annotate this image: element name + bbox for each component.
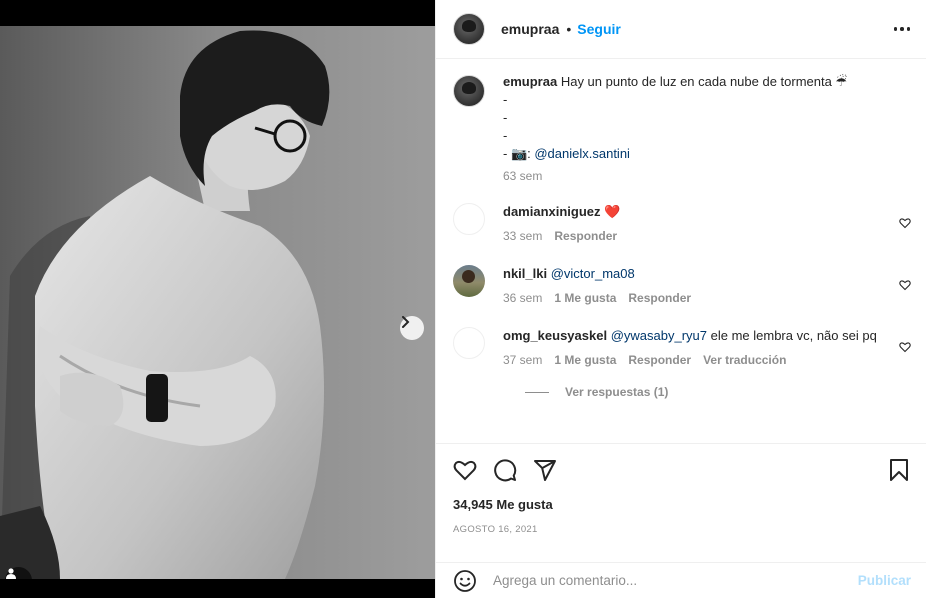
avatar[interactable]: [453, 265, 485, 297]
heart-icon[interactable]: [453, 458, 477, 482]
post-date[interactable]: AGOSTO 16, 2021: [453, 524, 911, 535]
post-side-panel: emupraa • Seguir emupraa Hay un punto de…: [435, 0, 926, 598]
avatar[interactable]: [453, 75, 485, 107]
comment-username[interactable]: damianxiniguez: [503, 204, 601, 219]
comment-time[interactable]: 36 sem: [503, 291, 542, 305]
caption-time[interactable]: 63 sem: [503, 169, 542, 183]
comment-text: ele me lembra vc, não sei pq: [707, 328, 877, 343]
comment-input[interactable]: [493, 573, 858, 588]
media-panel: [0, 0, 435, 598]
post-header: emupraa • Seguir: [436, 0, 926, 59]
comment-text: ❤️: [604, 204, 621, 219]
post-comment-button[interactable]: Publicar: [858, 573, 911, 588]
caption-text: Hay un punto de luz en cada nube de torm…: [560, 74, 848, 89]
view-replies-button[interactable]: Ver respuestas (1): [525, 385, 911, 399]
likes-count[interactable]: 34,945 Me gusta: [453, 497, 911, 512]
post-actions: 34,945 Me gusta AGOSTO 16, 2021: [436, 443, 926, 535]
instagram-post-view: emupraa • Seguir emupraa Hay un punto de…: [0, 0, 926, 598]
comment-composer: Publicar: [436, 562, 926, 598]
post-photo[interactable]: [0, 26, 435, 579]
heart-icon[interactable]: [899, 341, 911, 353]
comment-item: damianxiniguez ❤️ 33 sem Responder: [453, 203, 911, 243]
replies-divider: [525, 391, 549, 393]
reply-button[interactable]: Responder: [628, 353, 691, 367]
heart-icon[interactable]: [899, 217, 911, 229]
comment-username[interactable]: nkil_lki: [503, 266, 547, 281]
caption-credit-prefix: - 📷:: [503, 146, 535, 161]
avatar[interactable]: [453, 203, 485, 235]
heart-icon[interactable]: [899, 279, 911, 291]
separator-dot: •: [566, 21, 572, 37]
caption: emupraa Hay un punto de luz en cada nube…: [453, 73, 911, 183]
action-icons: [453, 458, 911, 482]
view-replies-label: Ver respuestas (1): [565, 385, 669, 399]
avatar[interactable]: [453, 327, 485, 359]
comment-icon[interactable]: [493, 458, 517, 482]
comment-time[interactable]: 37 sem: [503, 353, 542, 367]
more-icon[interactable]: [893, 27, 910, 31]
comments-list: emupraa Hay un punto de luz en cada nube…: [436, 59, 926, 443]
comment-item: omg_keusyaskel @ywasaby_ryu7 ele me lemb…: [453, 327, 911, 367]
caption-username[interactable]: emupraa: [503, 74, 557, 89]
comment-username[interactable]: omg_keusyaskel: [503, 328, 607, 343]
bookmark-icon[interactable]: [887, 458, 911, 482]
header-username[interactable]: emupraa: [501, 21, 559, 37]
avatar[interactable]: [453, 13, 485, 45]
reply-button[interactable]: Responder: [628, 291, 691, 305]
comment-mention-link[interactable]: @victor_ma08: [551, 266, 635, 281]
user-tag-icon: [6, 568, 16, 579]
comment-time[interactable]: 33 sem: [503, 229, 542, 243]
comment-item: nkil_lki @victor_ma08 36 sem 1 Me gusta …: [453, 265, 911, 305]
share-icon[interactable]: [533, 458, 557, 482]
caption-dash: -: [503, 110, 508, 125]
emoji-icon[interactable]: [453, 569, 477, 593]
follow-button[interactable]: Seguir: [577, 21, 621, 37]
comment-mention-link[interactable]: @ywasaby_ryu7: [611, 328, 707, 343]
caption-mention-link[interactable]: @danielx.santini: [534, 146, 630, 161]
comment-likes[interactable]: 1 Me gusta: [554, 353, 616, 367]
photo-illustration: [0, 26, 435, 579]
reply-button[interactable]: Responder: [554, 229, 617, 243]
chevron-right-icon: [402, 316, 410, 328]
translate-button[interactable]: Ver traducción: [703, 353, 786, 367]
next-slide-button[interactable]: [400, 316, 424, 340]
comment-likes[interactable]: 1 Me gusta: [554, 291, 616, 305]
caption-dash: -: [503, 92, 508, 107]
caption-dash: -: [503, 128, 508, 143]
